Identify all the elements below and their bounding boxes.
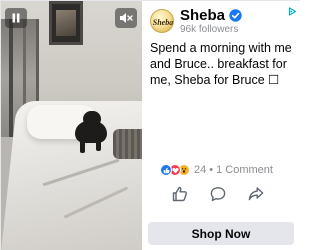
advertiser-name[interactable]: Sheba bbox=[180, 7, 225, 24]
pause-button[interactable] bbox=[5, 8, 27, 28]
pause-icon bbox=[12, 13, 20, 23]
shop-now-button[interactable]: Shop Now bbox=[148, 222, 294, 245]
video-player[interactable] bbox=[1, 1, 142, 250]
share-icon bbox=[248, 187, 264, 201]
separator-dot: • bbox=[209, 164, 214, 176]
share-button[interactable] bbox=[246, 184, 266, 204]
comment-icon bbox=[210, 187, 226, 202]
like-button[interactable] bbox=[170, 184, 190, 204]
video-frame-basket bbox=[113, 129, 142, 159]
like-reaction-icon bbox=[160, 164, 172, 176]
reactions-summary[interactable]: 24 • 1 Comment bbox=[160, 164, 273, 176]
video-frame-picture bbox=[49, 1, 83, 45]
verified-badge-icon bbox=[229, 9, 242, 22]
post-message: Spend a morning with me and Bruce.. brea… bbox=[150, 41, 292, 87]
volume-muted-icon bbox=[120, 13, 133, 23]
adchoices-icon[interactable] bbox=[288, 3, 297, 21]
video-frame-dog bbox=[71, 111, 111, 155]
follower-count: 96k followers bbox=[180, 24, 239, 35]
comment-count[interactable]: 1 Comment bbox=[216, 164, 273, 176]
svg-text:Sheba: Sheba bbox=[153, 18, 173, 27]
comment-button[interactable] bbox=[208, 184, 228, 204]
facebook-ad-unit[interactable]: Sheba Sheba 96k followers Spend a mornin… bbox=[0, 0, 301, 250]
ad-content: Sheba Sheba 96k followers Spend a mornin… bbox=[142, 1, 301, 250]
advertiser-name-row[interactable]: Sheba bbox=[180, 7, 242, 24]
reaction-count: 24 bbox=[194, 164, 207, 176]
mute-button[interactable] bbox=[115, 8, 137, 28]
thumbs-up-icon bbox=[172, 186, 188, 202]
post-actions bbox=[170, 184, 270, 204]
engagement-counts[interactable]: 24 • 1 Comment bbox=[194, 164, 273, 176]
advertiser-logo[interactable]: Sheba bbox=[150, 9, 174, 33]
